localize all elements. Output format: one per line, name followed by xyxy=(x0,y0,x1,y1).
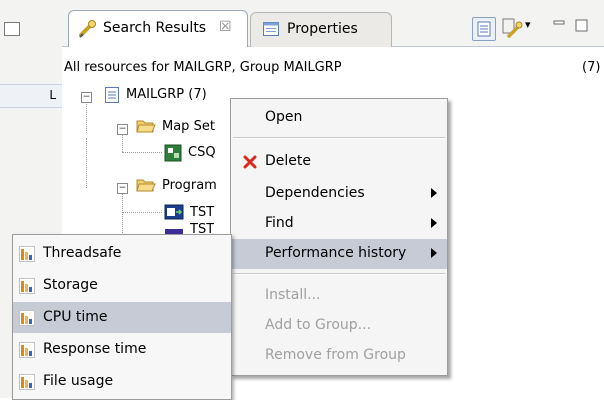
properties-icon xyxy=(263,22,279,36)
submenu-item-label: File usage xyxy=(43,373,114,389)
performance-history-submenu: Threadsafe Storage CPU time Response tim… xyxy=(12,234,232,400)
mapset-icon xyxy=(164,144,182,162)
collapse-toggle[interactable]: − xyxy=(117,183,128,194)
collapse-toggle[interactable]: − xyxy=(117,124,128,135)
bar-chart-icon xyxy=(19,246,35,262)
folder-icon xyxy=(136,118,156,134)
tree-connector xyxy=(122,152,162,153)
context-menu: Open Delete Dependencies Find Performanc… xyxy=(230,98,448,376)
submenu-item-file-usage[interactable]: File usage xyxy=(13,366,231,397)
group-icon xyxy=(104,86,120,104)
menu-item-performance-history[interactable]: Performance history xyxy=(231,239,447,269)
result-count: (7) xyxy=(582,60,601,75)
menu-item-label: Remove from Group xyxy=(265,347,406,363)
program-icon xyxy=(164,204,184,220)
tree-connector xyxy=(86,98,87,133)
tree-node-mapset[interactable]: Map Set xyxy=(162,119,215,134)
menu-item-label: Open xyxy=(265,109,303,125)
left-panel-column-label: L xyxy=(49,88,56,102)
menu-item-label: Dependencies xyxy=(265,185,365,201)
left-panel-column-header[interactable]: L xyxy=(0,84,62,108)
bar-chart-icon xyxy=(19,278,35,294)
submenu-item-response-time[interactable]: Response time xyxy=(13,334,231,365)
menu-item-dependencies[interactable]: Dependencies xyxy=(231,179,447,209)
tab-properties-label: Properties xyxy=(287,21,358,37)
submenu-item-label: Response time xyxy=(43,341,147,357)
tree-node-program-child[interactable]: TST xyxy=(190,205,214,220)
delete-icon xyxy=(243,155,257,169)
submenu-item-threadsafe[interactable]: Threadsafe xyxy=(13,238,231,269)
tree-connector xyxy=(122,212,162,213)
menu-item-install: Install... xyxy=(231,281,447,311)
collapse-toggle[interactable]: − xyxy=(81,92,92,103)
bar-chart-icon xyxy=(19,374,35,390)
search-history-button[interactable] xyxy=(500,16,524,40)
submenu-item-label: CPU time xyxy=(43,309,108,325)
tree-connector xyxy=(86,138,87,188)
menu-item-label: Delete xyxy=(265,153,311,169)
bar-chart-icon xyxy=(19,342,35,358)
close-icon[interactable]: ☒ xyxy=(219,19,232,35)
submenu-arrow-icon xyxy=(431,248,437,258)
menu-separator xyxy=(233,273,445,275)
bar-chart-icon xyxy=(19,310,35,326)
menu-item-add-to-group: Add to Group... xyxy=(231,311,447,341)
view-menu-dropdown-icon[interactable]: ▾ xyxy=(525,18,531,31)
menu-item-remove-from-group: Remove from Group xyxy=(231,341,447,371)
search-icon xyxy=(78,19,98,39)
menu-item-find[interactable]: Find xyxy=(231,209,447,239)
show-description-button[interactable] xyxy=(472,17,496,41)
submenu-item-label: Threadsafe xyxy=(43,245,122,261)
submenu-arrow-icon xyxy=(431,188,437,198)
search-description: All resources for MAILGRP, Group MAILGRP xyxy=(64,60,342,75)
menu-item-label: Add to Group... xyxy=(265,317,372,333)
tree-node-mapset-child[interactable]: CSQ xyxy=(188,145,216,160)
maximize-view-icon[interactable] xyxy=(574,18,588,32)
submenu-arrow-icon xyxy=(431,218,437,228)
menu-item-label: Install... xyxy=(265,287,321,303)
submenu-item-label: Storage xyxy=(43,277,98,293)
menu-item-label: Performance history xyxy=(265,245,407,261)
minimize-icon[interactable] xyxy=(4,22,20,36)
menu-separator xyxy=(233,137,445,139)
tree-node-root[interactable]: MAILGRP (7) xyxy=(126,87,207,102)
folder-icon xyxy=(136,177,156,193)
tab-properties[interactable]: Properties xyxy=(250,12,392,47)
tab-search-results[interactable]: Search Results ☒ xyxy=(68,10,248,47)
submenu-item-storage[interactable]: Storage xyxy=(13,270,231,301)
tree-node-program-child[interactable]: TST xyxy=(190,222,214,234)
menu-item-delete[interactable]: Delete xyxy=(231,147,447,177)
tree-node-program[interactable]: Program xyxy=(162,178,217,193)
tab-search-results-label: Search Results xyxy=(103,20,207,36)
menu-item-label: Find xyxy=(265,215,294,231)
menu-item-open[interactable]: Open xyxy=(231,103,447,133)
minimize-view-icon[interactable] xyxy=(552,18,566,32)
submenu-item-cpu-time[interactable]: CPU time xyxy=(13,302,231,333)
